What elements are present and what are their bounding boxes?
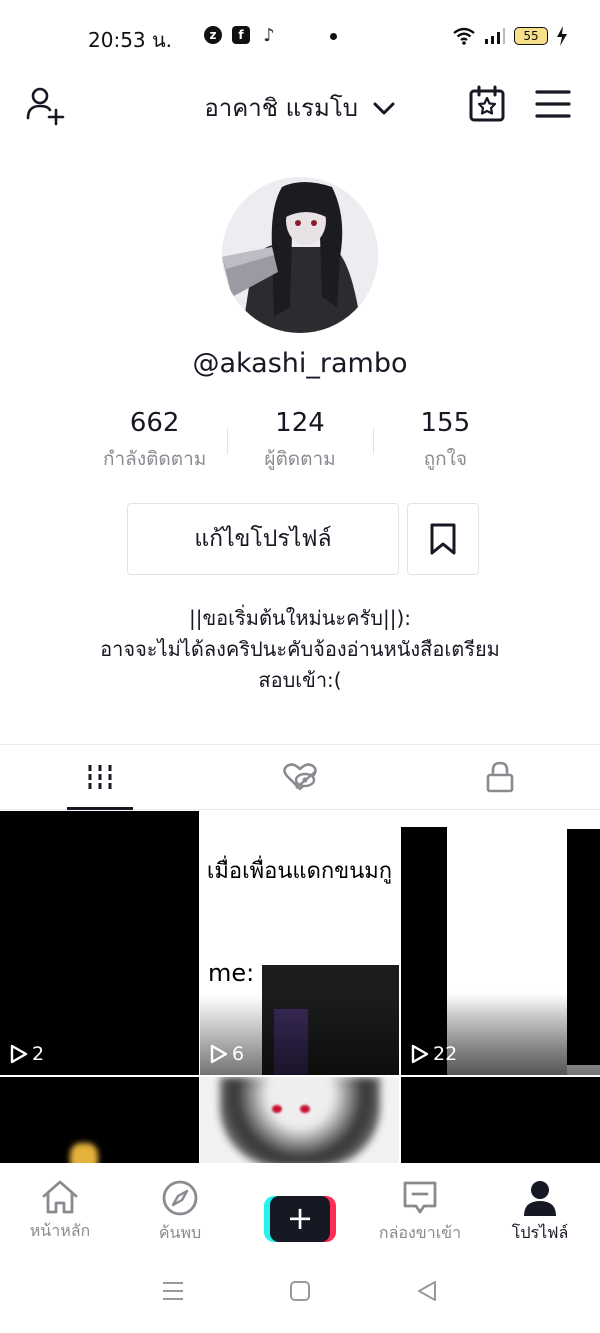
video-thumbnail[interactable]	[0, 1077, 199, 1163]
plus-icon: +	[270, 1196, 330, 1242]
profile-bio: ||ขอเริ่มต้นใหม่นะครับ||): อาจจะไม่ได้ลง…	[40, 603, 560, 696]
profile-icon	[524, 1181, 556, 1216]
tab-private[interactable]	[400, 745, 600, 809]
home-icon	[42, 1180, 78, 1214]
create-button[interactable]: +	[264, 1196, 336, 1242]
thumbnail-caption: เมื่อเพื่อนแดกขนมกู	[206, 859, 393, 884]
video-thumbnail[interactable]: 2	[0, 811, 199, 1075]
video-thumbnail[interactable]: 22	[401, 811, 600, 1075]
username: @akashi_rambo	[192, 348, 408, 379]
nav-discover[interactable]: ค้นพบ	[120, 1163, 240, 1249]
system-navigation	[0, 1249, 600, 1333]
avatar[interactable]	[222, 177, 378, 333]
content-tabs	[0, 744, 600, 810]
video-thumbnail[interactable]: เมื่อเพื่อนแดกขนมกู me: 6	[200, 811, 399, 1075]
zalo-icon: z	[204, 26, 222, 44]
view-count: 2	[10, 1043, 44, 1065]
creator-calendar-icon[interactable]	[468, 85, 506, 123]
nav-create[interactable]: +	[240, 1163, 360, 1249]
bio-line: สอบเข้า:(	[258, 668, 342, 692]
thumbnail-caption: me:	[208, 959, 255, 987]
profile-stats: 662 กำลังติดตาม 124 ผู้ติดตาม 155 ถูกใจ	[82, 408, 518, 478]
compass-icon	[162, 1180, 198, 1216]
battery-icon: 55	[514, 27, 548, 45]
view-count-value: 2	[32, 1043, 45, 1065]
video-grid: 2 เมื่อเพื่อนแดกขนมกู me: 6 22	[0, 811, 600, 1163]
tiktok-icon: ♪	[263, 24, 275, 46]
stat-label: ถูกใจ	[423, 448, 468, 470]
stat-value: 662	[129, 408, 180, 438]
bottom-navigation: หน้าหลัก ค้นพบ + กล่องขาเข้า โปรไฟล์	[0, 1163, 600, 1249]
nav-label: ค้นพบ	[158, 1223, 202, 1242]
stat-following[interactable]: 662 กำลังติดตาม	[82, 408, 227, 478]
view-count-value: 22	[433, 1043, 458, 1065]
nav-label: โปรไฟล์	[511, 1223, 569, 1242]
view-count: 22	[411, 1043, 457, 1065]
nav-profile[interactable]: โปรไฟล์	[480, 1163, 600, 1249]
lock-icon	[486, 761, 514, 793]
bookmark-icon	[430, 523, 456, 555]
notification-icons: z f ♪	[204, 24, 278, 46]
edit-profile-button[interactable]: แก้ไขโปรไฟล์	[127, 503, 399, 575]
play-icon	[10, 1044, 28, 1064]
home-button-icon[interactable]	[288, 1279, 312, 1303]
notification-dot-icon	[330, 33, 337, 40]
nav-home[interactable]: หน้าหลัก	[0, 1163, 120, 1249]
bio-line: ||ขอเริ่มต้นใหม่นะครับ||):	[189, 606, 411, 630]
nav-label: กล่องขาเข้า	[378, 1223, 462, 1242]
stat-label: ผู้ติดตาม	[264, 448, 336, 470]
facebook-icon: f	[232, 26, 250, 44]
nav-inbox[interactable]: กล่องขาเข้า	[360, 1163, 480, 1249]
tab-videos[interactable]	[0, 745, 200, 810]
recent-apps-icon[interactable]	[161, 1279, 185, 1303]
view-count-value: 6	[232, 1043, 245, 1065]
stat-likes[interactable]: 155 ถูกใจ	[372, 408, 518, 478]
wifi-icon	[453, 27, 475, 45]
system-status: 55	[452, 26, 568, 46]
stat-value: 124	[275, 408, 325, 438]
video-thumbnail[interactable]	[200, 1077, 399, 1163]
stat-label: กำลังติดตาม	[103, 448, 207, 470]
favorites-button[interactable]	[407, 503, 479, 575]
charging-icon	[557, 26, 567, 46]
status-time: 20:53 น.	[88, 28, 173, 52]
bio-line: อาจจะไม่ได้ลงคริปนะคับจ้องอ่านหนังสือเตร…	[100, 637, 500, 661]
view-count: 6	[210, 1043, 244, 1065]
grid-icon	[88, 765, 112, 789]
stat-followers[interactable]: 124 ผู้ติดตาม	[227, 408, 372, 478]
video-thumbnail[interactable]	[401, 1077, 600, 1163]
inbox-icon	[403, 1181, 437, 1214]
avatar-image	[222, 177, 378, 333]
nav-label: หน้าหลัก	[29, 1221, 91, 1240]
play-icon	[210, 1044, 228, 1064]
stat-value: 155	[420, 408, 471, 438]
profile-header: อาคาชิ แรมโบ	[0, 72, 600, 136]
page-title: อาคาชิ แรมโบ	[204, 94, 358, 122]
play-icon	[411, 1044, 429, 1064]
signal-icon	[485, 28, 505, 44]
back-icon[interactable]	[415, 1279, 439, 1303]
chevron-down-icon	[373, 102, 395, 115]
hidden-heart-icon	[283, 763, 317, 791]
menu-icon[interactable]	[534, 88, 572, 120]
tab-liked[interactable]	[200, 745, 400, 809]
status-bar: 20:53 น. z f ♪ 55	[0, 0, 600, 72]
account-switcher[interactable]: อาคาชิ แรมโบ	[0, 88, 600, 127]
